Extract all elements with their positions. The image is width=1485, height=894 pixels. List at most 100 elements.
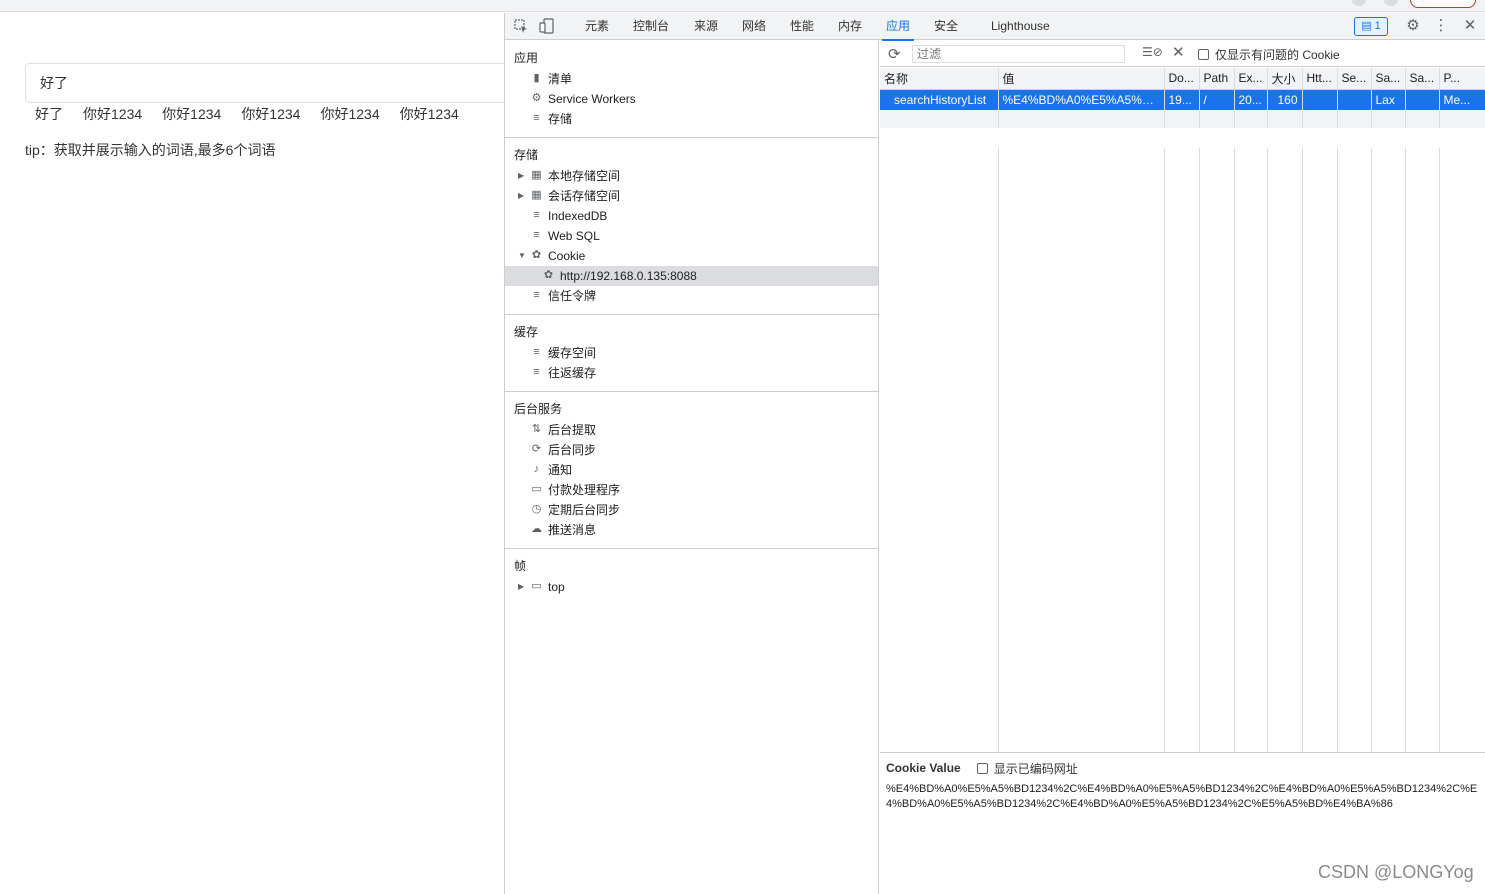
table-row[interactable]: searchHistoryList %E4%BD%A0%E5%A5%BD... … (880, 89, 1485, 110)
refresh-icon[interactable]: ⟳ (888, 45, 901, 63)
section-storage: 存储 ▶ ▦ 本地存储空间 ▶ ▦ 会话存储空间 ≡ IndexedDB ≡ Web SQL… (505, 138, 878, 315)
tab-sources[interactable]: 来源 (690, 13, 722, 40)
issues-badge[interactable]: ▤ 1 (1354, 17, 1388, 36)
column-header-samesite[interactable]: Sa... (1371, 68, 1406, 90)
history-item[interactable]: 你好1234 (162, 104, 221, 124)
history-item[interactable]: 你好1234 (320, 104, 379, 124)
checkbox-box[interactable] (1198, 49, 1209, 60)
search-input[interactable]: 好了 (25, 63, 504, 103)
column-header-name[interactable]: 名称 (880, 68, 999, 90)
expand-arrow-icon[interactable]: ▶ (518, 166, 524, 186)
sidebar-item-label: IndexedDB (548, 209, 608, 223)
grid-icon: ▦ (531, 169, 542, 181)
cell-secure (1337, 89, 1372, 110)
collapse-arrow-icon[interactable]: ▼ (518, 246, 526, 266)
sidebar-item-background-sync[interactable]: ⟳ 后台同步 (505, 440, 878, 460)
empty-cell (1405, 110, 1440, 128)
tab-security[interactable]: 安全 (930, 13, 962, 40)
sidebar-item-storage[interactable]: ≡ 存储 (505, 109, 878, 129)
sidebar-item-payment-handler[interactable]: ▭ 付款处理程序 (505, 480, 878, 500)
tab-application[interactable]: 应用 (882, 13, 915, 41)
sidebar-item-label: 后台同步 (548, 443, 597, 457)
devtools-tabbar: 元素 控制台 来源 网络 性能 内存 应用 安全 Lighthouse ▤ 1 … (505, 13, 1485, 41)
more-options-icon[interactable]: ⋮ (1433, 18, 1449, 34)
tab-performance[interactable]: 性能 (786, 13, 818, 40)
sidebar-item-cookie[interactable]: ▼ ✿ Cookie (505, 246, 878, 266)
sidebar-item-manifest[interactable]: ▮ 清单 (505, 69, 878, 89)
section-title: 缓存 (514, 325, 539, 339)
checkbox-label: 仅显示有问题的 Cookie (1215, 48, 1340, 62)
empty-cell (880, 110, 999, 128)
database-icon: ≡ (533, 112, 540, 124)
update-button[interactable] (1410, 0, 1476, 8)
table-header-row: 名称 值 Do... Path Ex... 大小 Htt... Se... Sa… (880, 68, 1485, 90)
sidebar-item-indexeddb[interactable]: ≡ IndexedDB (505, 206, 878, 226)
cookie-value-title: Cookie Value (886, 761, 961, 775)
history-item[interactable]: 你好1234 (83, 104, 142, 124)
sidebar-item-frame-top[interactable]: ▶ ▭ top (505, 577, 878, 597)
sidebar-item-local-storage[interactable]: ▶ ▦ 本地存储空间 (505, 166, 878, 186)
filter-input[interactable] (912, 45, 1125, 63)
column-header-value[interactable]: 值 (998, 68, 1165, 90)
tab-lighthouse[interactable]: Lighthouse (987, 13, 1054, 40)
sidebar-item-web-sql[interactable]: ≡ Web SQL (505, 226, 878, 246)
sidebar-item-label: http://192.168.0.135:8088 (560, 269, 697, 283)
cookies-toolbar: ⟳ ☰⊘ ✕ 仅显示有问题的 Cookie (880, 41, 1485, 67)
sidebar-item-label: 信任令牌 (548, 289, 597, 303)
tab-console[interactable]: 控制台 (629, 13, 673, 40)
column-header-priority[interactable]: P... (1439, 68, 1485, 90)
column-header-expires[interactable]: Ex... (1234, 68, 1268, 90)
cloud-icon: ☁ (531, 523, 542, 535)
issues-icon: ▤ (1361, 20, 1375, 32)
expand-arrow-icon[interactable]: ▶ (518, 186, 524, 206)
show-url-decoded-label: 显示已编码网址 (993, 761, 1078, 776)
column-header-httponly[interactable]: Htt... (1302, 68, 1338, 90)
sidebar-item-push-messaging[interactable]: ☁ 推送消息 (505, 520, 878, 540)
clear-all-icon[interactable]: ✕ (1172, 43, 1185, 61)
cell-path: / (1199, 89, 1235, 110)
only-issues-checkbox[interactable]: 仅显示有问题的 Cookie (1198, 46, 1340, 63)
sidebar-item-session-storage[interactable]: ▶ ▦ 会话存储空间 (505, 186, 878, 206)
gear-icon: ⚙ (531, 92, 542, 104)
sidebar-item-cookie-origin[interactable]: ✿ http://192.168.0.135:8088 (505, 266, 878, 286)
devtools-panel: 元素 控制台 来源 网络 性能 内存 应用 安全 Lighthouse ▤ 1 … (504, 13, 1485, 894)
profile-avatar[interactable] (1384, 0, 1398, 6)
history-item[interactable]: 你好1234 (400, 104, 459, 124)
sidebar-item-cache-storage[interactable]: ≡ 缓存空间 (505, 343, 878, 363)
tab-network[interactable]: 网络 (738, 13, 770, 40)
file-icon: ▮ (533, 72, 540, 84)
sidebar-item-service-workers[interactable]: ⚙ Service Workers (505, 89, 878, 109)
database-icon: ≡ (533, 209, 540, 221)
cell-value: %E4%BD%A0%E5%A5%BD... (998, 89, 1165, 110)
close-devtools-icon[interactable]: ✕ (1462, 18, 1478, 34)
device-toolbar-icon[interactable] (539, 18, 555, 34)
settings-gear-icon[interactable]: ⚙ (1405, 18, 1421, 34)
show-url-decoded-checkbox[interactable] (976, 762, 988, 774)
extension-icon[interactable] (1352, 0, 1366, 6)
expand-arrow-icon[interactable]: ▶ (518, 577, 524, 597)
clear-filtered-icon[interactable]: ☰⊘ (1142, 45, 1163, 59)
history-item[interactable]: 好了 (35, 104, 63, 124)
sidebar-item-periodic-sync[interactable]: ◷ 定期后台同步 (505, 500, 878, 520)
cell-priority: Me... (1439, 89, 1485, 110)
tab-elements[interactable]: 元素 (581, 13, 613, 40)
sidebar-item-label: 往返缓存 (548, 366, 597, 380)
sidebar-item-bfcache[interactable]: ≡ 往返缓存 (505, 363, 878, 383)
sidebar-item-label: 付款处理程序 (548, 483, 621, 497)
tab-memory[interactable]: 内存 (834, 13, 866, 40)
section-title: 存储 (514, 148, 539, 162)
table-row-empty (880, 110, 1485, 128)
inspect-element-icon[interactable] (513, 18, 529, 34)
column-header-secure[interactable]: Se... (1337, 68, 1372, 90)
column-header-sameparty[interactable]: Sa... (1405, 68, 1440, 90)
sidebar-item-notifications[interactable]: ♪ 通知 (505, 460, 878, 480)
column-header-domain[interactable]: Do... (1164, 68, 1200, 90)
sidebar-item-trust-tokens[interactable]: ≡ 信任令牌 (505, 286, 878, 306)
column-header-size[interactable]: 大小 (1267, 68, 1303, 90)
database-icon: ≡ (533, 366, 540, 378)
sidebar-item-background-fetch[interactable]: ⇅ 后台提取 (505, 420, 878, 440)
sidebar-item-label: Cookie (548, 249, 586, 263)
column-header-path[interactable]: Path (1199, 68, 1235, 90)
history-item[interactable]: 你好1234 (241, 104, 300, 124)
tip-text: tip：获取并展示输入的词语,最多6个词语 (25, 142, 276, 158)
